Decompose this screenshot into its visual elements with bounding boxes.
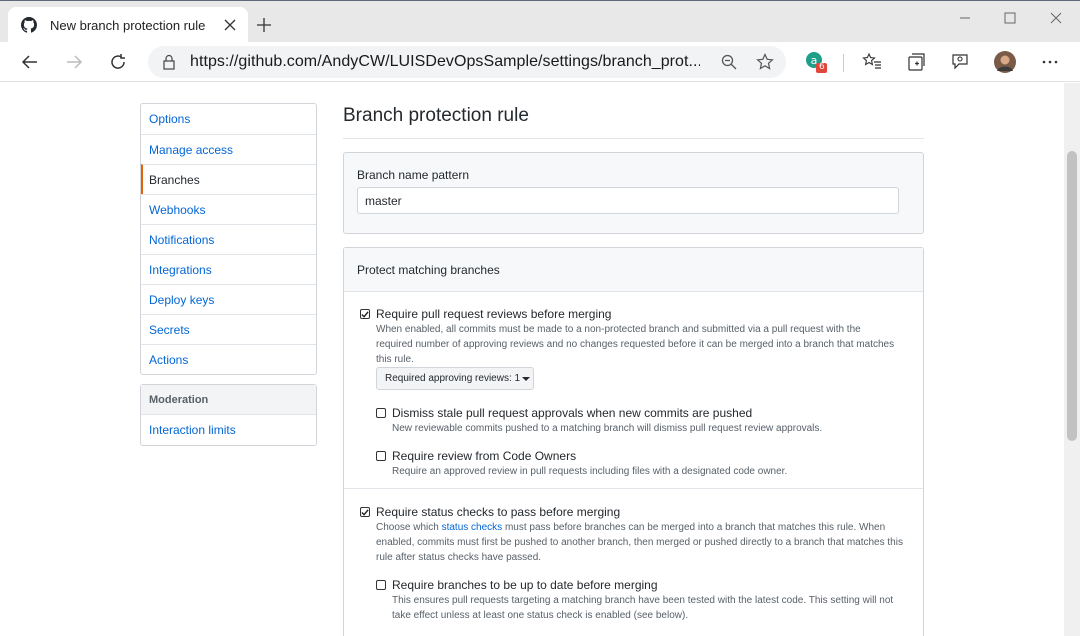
toolbar-divider [843, 54, 844, 72]
check-icon [361, 508, 369, 516]
tab-bar: New branch protection rule [0, 0, 1080, 43]
status-checks-title[interactable]: Require status checks to pass before mer… [376, 505, 620, 519]
up-to-date-checkbox[interactable] [376, 580, 386, 590]
refresh-icon[interactable] [106, 50, 130, 74]
section-divider [344, 488, 923, 489]
dismiss-stale-checkbox[interactable] [376, 408, 386, 418]
code-owners-checkbox[interactable] [376, 451, 386, 461]
branch-pattern-input[interactable]: master [357, 187, 899, 214]
page-content: Options Manage access Branches Webhooks … [0, 83, 1064, 636]
menu-item-actions[interactable]: Actions [141, 344, 316, 374]
branch-pattern-box: Branch name pattern master [343, 152, 924, 234]
dismiss-stale-title[interactable]: Dismiss stale pull request approvals whe… [392, 406, 752, 420]
page-scrollbar[interactable] [1064, 83, 1080, 636]
browser-toolbar: https://github.com/AndyCW/LUISDevOpsSamp… [0, 42, 1080, 82]
extension-badge: 6 [819, 62, 825, 72]
protect-branches-box: Protect matching branches Require pull r… [343, 247, 924, 636]
extension-icon[interactable]: a 6 [804, 50, 828, 74]
address-bar[interactable]: https://github.com/AndyCW/LUISDevOpsSamp… [148, 46, 786, 78]
maximize-icon[interactable] [1000, 9, 1020, 27]
plus-icon[interactable] [255, 16, 273, 34]
menu-item-branches[interactable]: Branches [141, 164, 316, 194]
forward-icon[interactable] [62, 50, 86, 74]
page-title: Branch protection rule [343, 105, 924, 139]
zoom-icon[interactable] [720, 53, 738, 71]
menu-item-integrations[interactable]: Integrations [141, 254, 316, 284]
menu-item-webhooks[interactable]: Webhooks [141, 194, 316, 224]
code-owners-desc: Require an approved review in pull reque… [392, 466, 788, 477]
feedback-icon[interactable] [948, 50, 972, 74]
lock-icon[interactable] [160, 53, 178, 71]
minimize-icon[interactable] [955, 9, 975, 27]
github-icon [20, 16, 38, 34]
moderation-menu: Moderation Interaction limits [140, 384, 317, 446]
settings-menu: Options Manage access Branches Webhooks … [140, 103, 317, 375]
avatar[interactable] [993, 50, 1017, 74]
moderation-header: Moderation [141, 385, 316, 415]
back-icon[interactable] [18, 50, 42, 74]
url-text[interactable]: https://github.com/AndyCW/LUISDevOpsSamp… [190, 53, 700, 71]
up-to-date-desc: This ensures pull requests targeting a m… [392, 595, 894, 621]
protect-branches-header: Protect matching branches [344, 248, 923, 292]
pr-reviews-checkbox[interactable] [360, 309, 370, 319]
status-checks-checkbox[interactable] [360, 507, 370, 517]
approving-reviews-value: Required approving reviews: 1 [385, 373, 521, 384]
check-icon [361, 310, 369, 318]
favorites-icon[interactable] [860, 50, 884, 74]
status-checks-desc-before: Choose which [376, 522, 442, 533]
more-icon[interactable] [1038, 50, 1062, 74]
close-icon[interactable] [222, 17, 238, 33]
menu-item-deploy-keys[interactable]: Deploy keys [141, 284, 316, 314]
tab-title: New branch protection rule [50, 17, 206, 33]
menu-item-interaction-limits[interactable]: Interaction limits [141, 415, 316, 445]
status-checks-link[interactable]: status checks [442, 522, 503, 533]
menu-item-notifications[interactable]: Notifications [141, 224, 316, 254]
menu-item-secrets[interactable]: Secrets [141, 314, 316, 344]
status-checks-desc: Choose which status checks must pass bef… [376, 520, 911, 565]
approving-reviews-select[interactable]: Required approving reviews: 1 [376, 367, 534, 390]
browser-tab[interactable]: New branch protection rule [8, 7, 248, 43]
branch-pattern-label: Branch name pattern [357, 168, 470, 182]
dismiss-stale-desc: New reviewable commits pushed to a match… [392, 423, 823, 434]
pr-reviews-title[interactable]: Require pull request reviews before merg… [376, 307, 611, 321]
menu-item-manage-access[interactable]: Manage access [141, 134, 316, 164]
collections-icon[interactable] [904, 50, 928, 74]
scrollbar-thumb[interactable] [1067, 151, 1077, 441]
menu-item-options[interactable]: Options [141, 104, 316, 134]
close-window-icon[interactable] [1046, 9, 1066, 27]
code-owners-title[interactable]: Require review from Code Owners [392, 449, 576, 463]
up-to-date-title[interactable]: Require branches to be up to date before… [392, 578, 658, 592]
caret-down-icon [522, 376, 531, 381]
pr-reviews-desc: When enabled, all commits must be made t… [376, 324, 895, 365]
star-icon[interactable] [756, 53, 774, 71]
